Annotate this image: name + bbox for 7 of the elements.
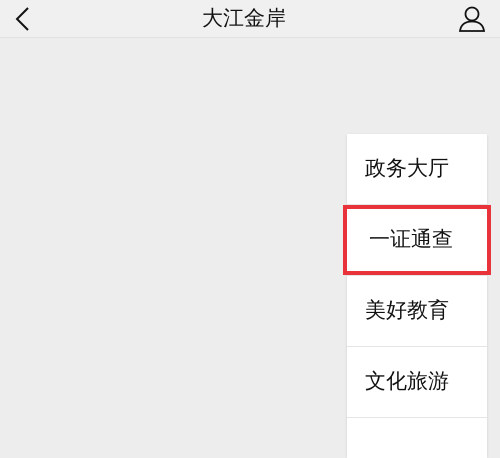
menu-item[interactable]: 美好教育 [347,276,487,346]
menu-item[interactable]: 一证通查 [343,205,491,275]
back-icon[interactable] [14,6,30,32]
user-icon[interactable] [458,4,486,32]
page-title: 大江金岸 [202,4,286,32]
menu-item[interactable]: 政务大厅 [347,134,487,204]
menu-item[interactable]: 文化旅游 [347,347,487,417]
